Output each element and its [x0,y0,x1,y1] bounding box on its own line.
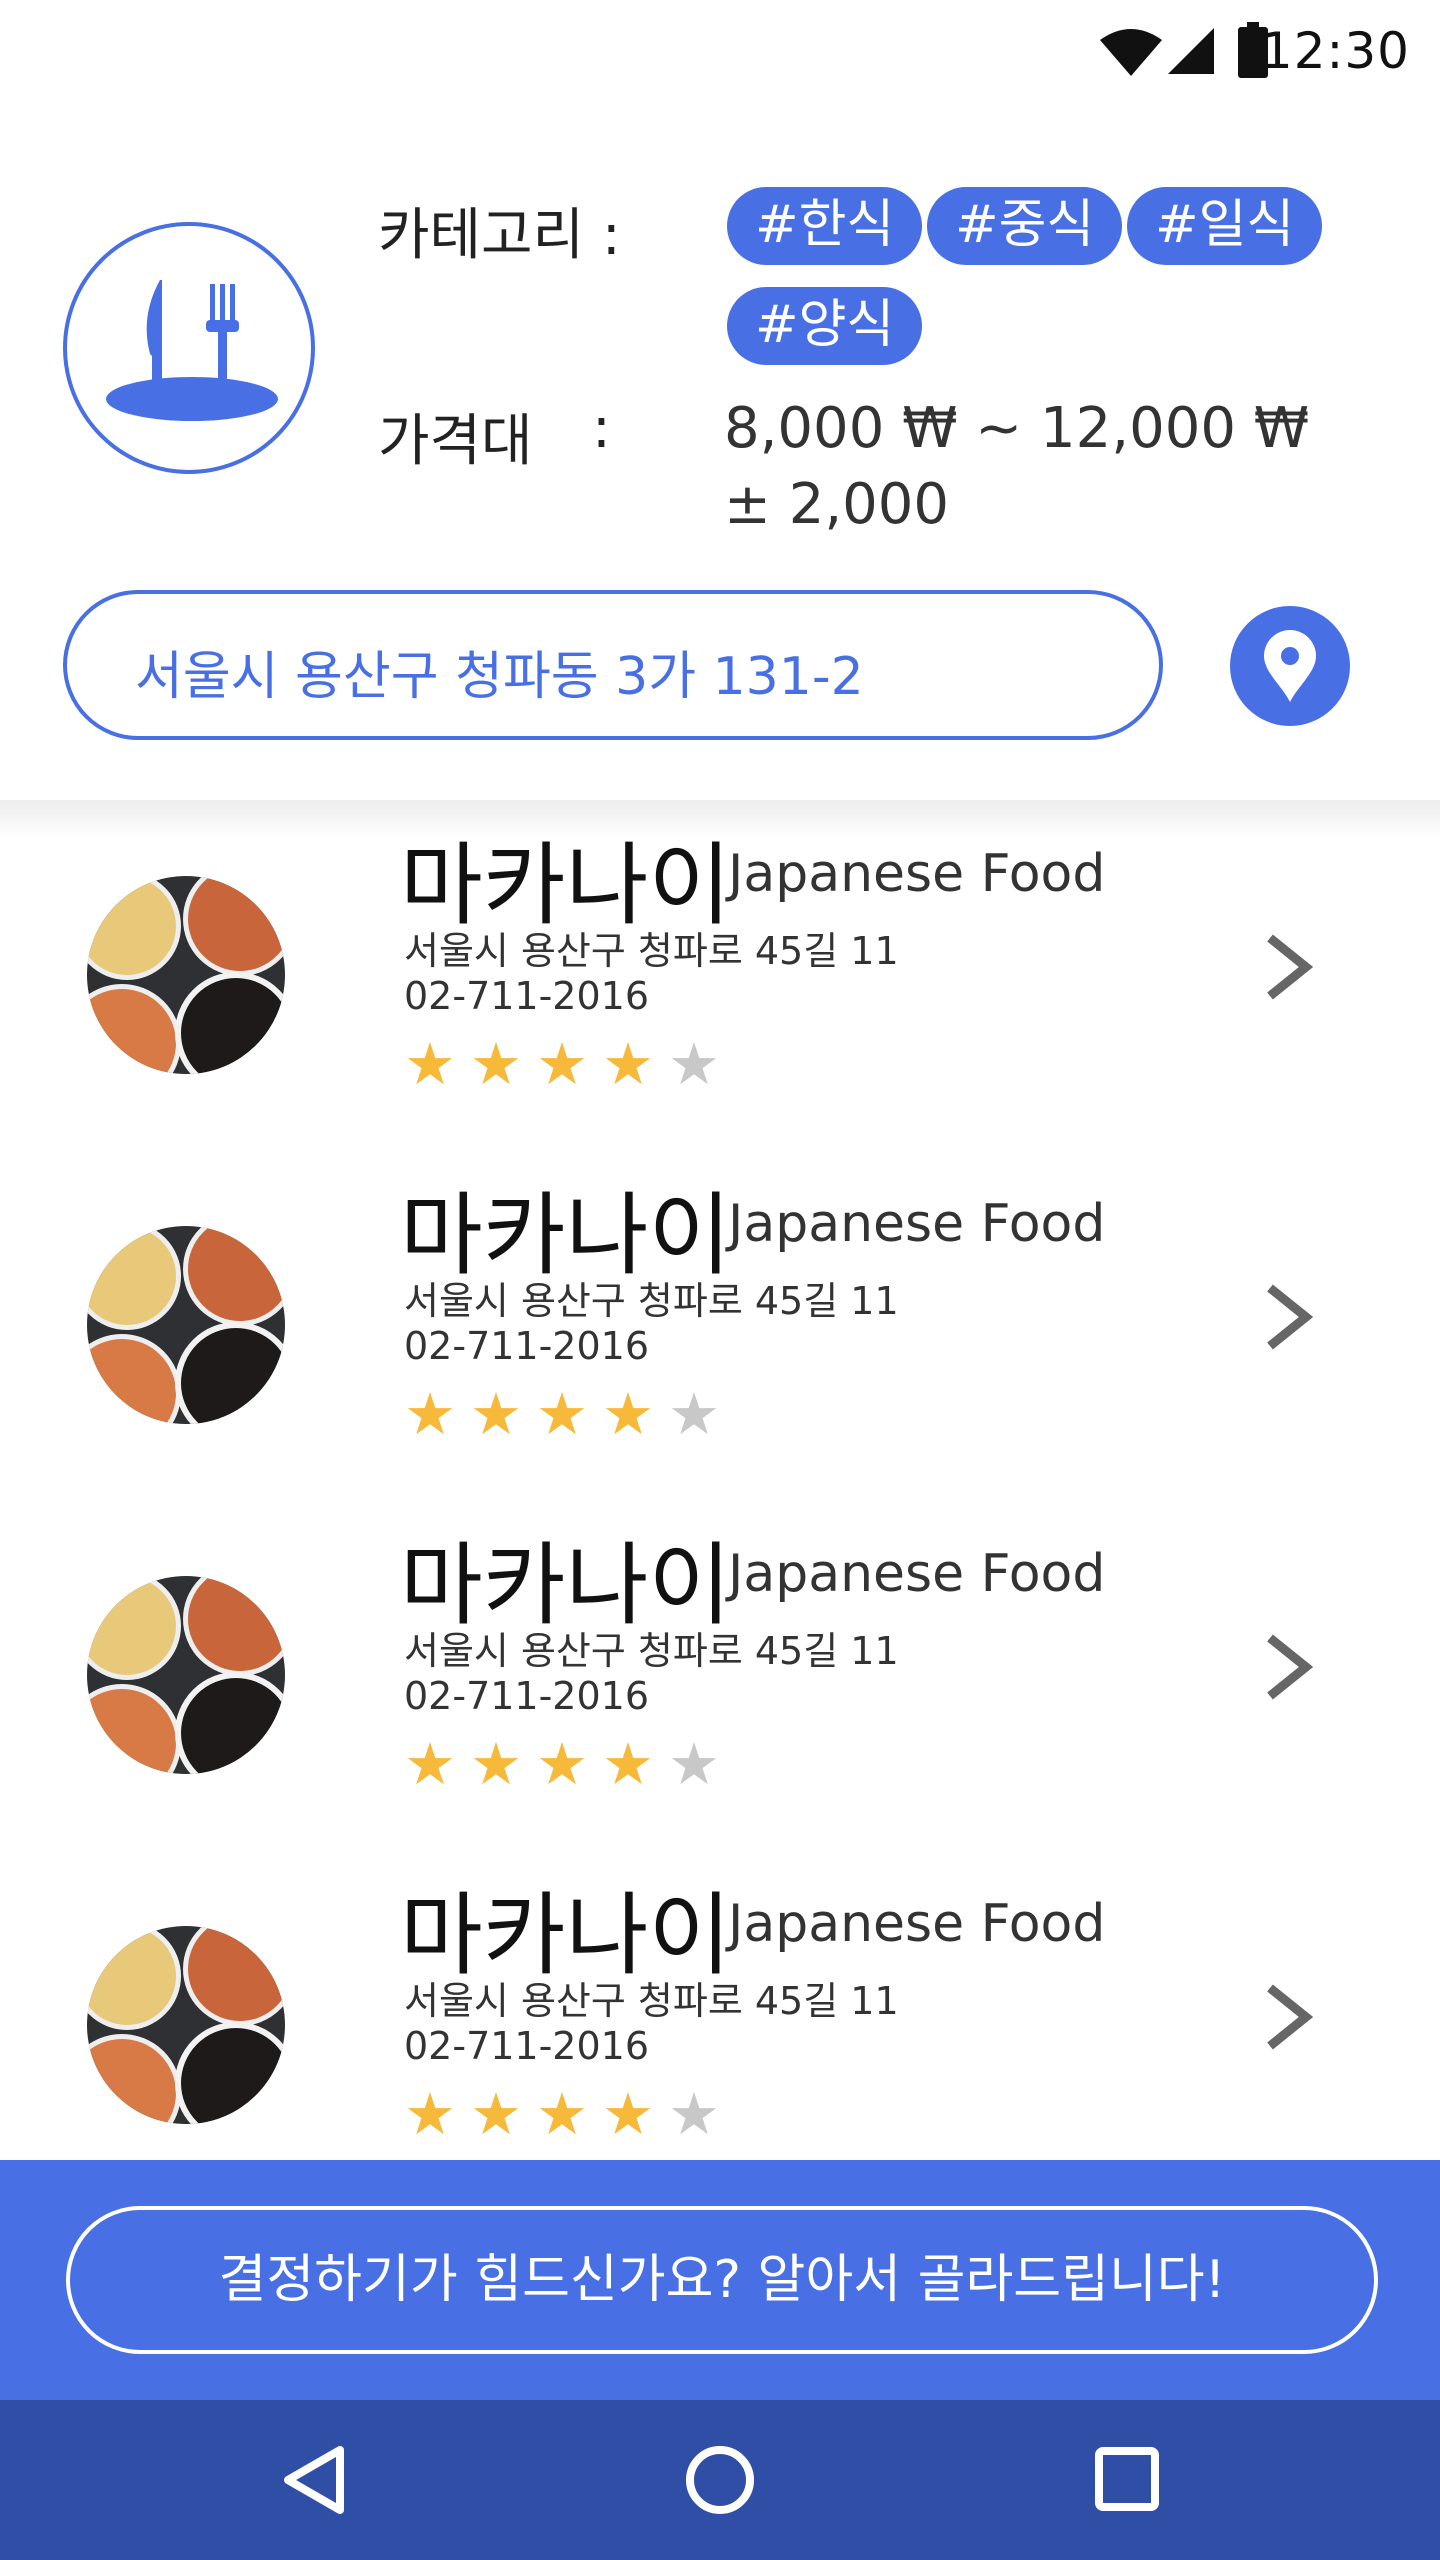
list-item[interactable]: 마카나이 Japanese Food 서울시 용산구 청파로 45길 11 02… [0,1854,1440,2204]
star-icon: ★ [404,2080,470,2148]
back-triangle-icon[interactable] [280,2444,350,2516]
star-icon: ★ [404,1730,470,1798]
cellular-signal-icon [1168,28,1214,74]
restaurant-cuisine: Japanese Food [728,844,1106,904]
star-icon: ★ [404,1380,470,1448]
star-icon: ★ [668,1380,734,1448]
tag-western[interactable]: #양식 [727,287,923,365]
rating-stars: ★★★★★ [404,1730,734,1798]
rating-stars: ★★★★★ [404,2080,734,2148]
star-icon: ★ [470,1730,536,1798]
restaurant-address: 서울시 용산구 청파로 45길 11 [404,1979,899,2023]
star-icon: ★ [536,1730,602,1798]
food-thumbnail [87,1576,285,1774]
star-icon: ★ [536,1030,602,1098]
restaurant-phone: 02-711-2016 [404,1674,650,1718]
star-icon: ★ [536,1380,602,1448]
star-icon: ★ [602,1730,668,1798]
food-thumbnail [87,1926,285,2124]
price-tolerance: ± 2,000 [724,472,950,537]
price-label: 가격대 [378,409,533,474]
food-thumbnail [87,1226,285,1424]
list-item[interactable]: 마카나이 Japanese Food 서울시 용산구 청파로 45길 11 02… [0,1154,1440,1504]
status-time: 12:30 [1260,22,1410,80]
star-icon: ★ [536,2080,602,2148]
restaurant-address: 서울시 용산구 청파로 45길 11 [404,929,899,973]
category-label: 카테고리 : [378,203,621,268]
home-circle-icon[interactable] [684,2444,756,2516]
rating-stars: ★★★★★ [404,1030,734,1098]
price-range: 8,000 ₩ ~ 12,000 ₩ [724,396,1310,461]
map-pin-icon [1264,630,1316,702]
restaurant-address: 서울시 용산구 청파로 45길 11 [404,1629,899,1673]
fork-knife-plate-icon [63,222,315,474]
address-text[interactable]: 서울시 용산구 청파동 3가 131-2 [135,634,864,709]
location-button[interactable] [1230,606,1350,726]
tag-korean[interactable]: #한식 [727,187,923,265]
tag-chinese[interactable]: #중식 [927,187,1123,265]
star-icon: ★ [404,1030,470,1098]
restaurant-cuisine: Japanese Food [728,1544,1106,1604]
restaurant-cuisine: Japanese Food [728,1194,1106,1254]
restaurant-address: 서울시 용산구 청파로 45길 11 [404,1279,899,1323]
status-bar: 12:30 [0,0,1440,110]
star-icon: ★ [602,2080,668,2148]
tag-japanese[interactable]: #일식 [1127,187,1323,265]
restaurant-cuisine: Japanese Food [728,1894,1106,1954]
chevron-right-icon[interactable] [1262,1632,1314,1702]
chevron-right-icon[interactable] [1262,1982,1314,2052]
list-item[interactable]: 마카나이 Japanese Food 서울시 용산구 청파로 45길 11 02… [0,1504,1440,1854]
chevron-right-icon[interactable] [1262,1282,1314,1352]
list-item[interactable]: 마카나이 Japanese Food 서울시 용산구 청파로 45길 11 02… [0,804,1440,1154]
star-icon: ★ [602,1380,668,1448]
wifi-icon [1100,29,1162,76]
star-icon: ★ [668,1030,734,1098]
restaurant-phone: 02-711-2016 [404,2024,650,2068]
restaurant-phone: 02-711-2016 [404,1324,650,1368]
rating-stars: ★★★★★ [404,1380,734,1448]
star-icon: ★ [470,1380,536,1448]
system-nav-bar [0,2400,1440,2560]
star-icon: ★ [668,2080,734,2148]
recents-square-icon[interactable] [1094,2446,1160,2512]
star-icon: ★ [602,1030,668,1098]
restaurant-phone: 02-711-2016 [404,974,650,1018]
price-colon: : [592,396,611,461]
food-thumbnail [87,876,285,1074]
star-icon: ★ [668,1730,734,1798]
star-icon: ★ [470,2080,536,2148]
chevron-right-icon[interactable] [1262,932,1314,1002]
star-icon: ★ [470,1030,536,1098]
random-pick-button[interactable]: 결정하기가 힘드신가요? 알아서 골라드립니다! [66,2206,1378,2354]
